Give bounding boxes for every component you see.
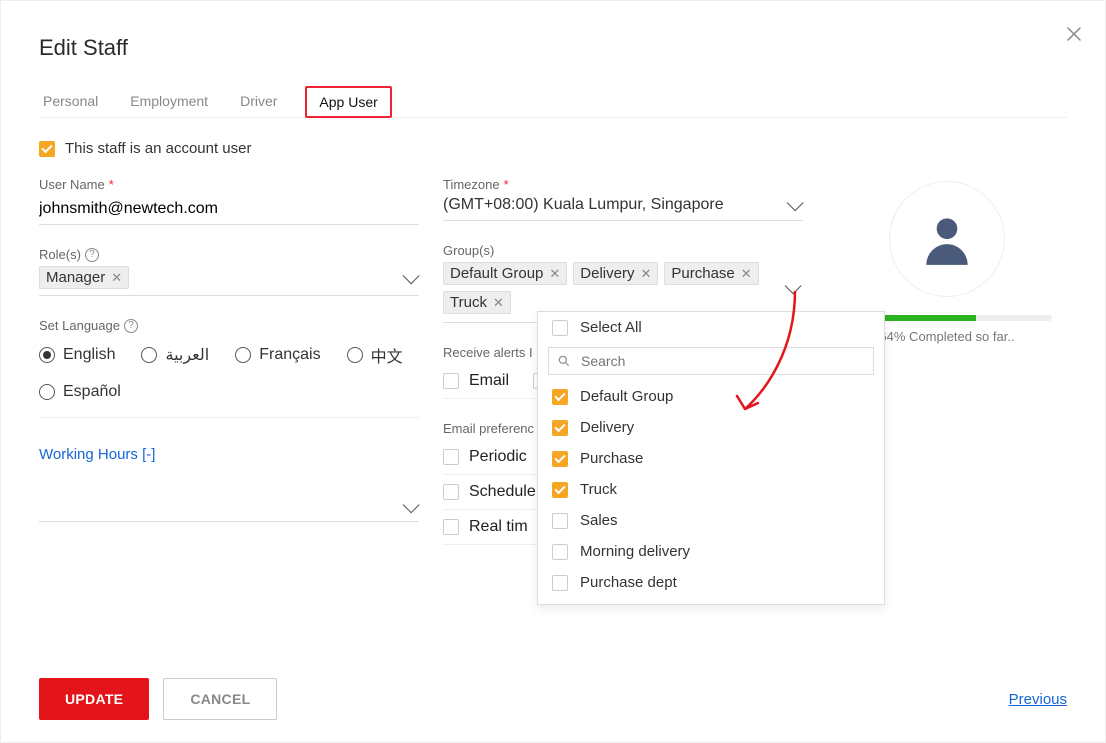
timezone-label: Timezone	[443, 177, 500, 192]
page-title: Edit Staff	[39, 35, 1067, 61]
dd-search-input[interactable]	[579, 352, 865, 370]
dd-item[interactable]: Morning delivery	[538, 536, 884, 567]
lang-spanish[interactable]: Español	[39, 383, 121, 401]
dd-item[interactable]: Truck	[538, 474, 884, 505]
dd-checkbox[interactable]	[552, 575, 568, 591]
email-prefs-label: Email preferenc	[443, 421, 534, 436]
username-input[interactable]	[39, 196, 419, 225]
tab-personal[interactable]: Personal	[39, 85, 102, 117]
roles-label: Role(s)	[39, 247, 81, 262]
radio-icon	[39, 347, 55, 363]
account-user-label: This staff is an account user	[65, 140, 251, 157]
dd-select-all[interactable]: Select All	[538, 312, 884, 343]
tab-employment[interactable]: Employment	[126, 85, 212, 117]
working-hours-link[interactable]: Working Hours [-]	[39, 446, 155, 463]
user-icon	[916, 208, 978, 270]
chevron-down-icon	[403, 267, 420, 284]
cancel-button[interactable]: CANCEL	[163, 678, 277, 720]
dd-item[interactable]: Purchase dept	[538, 567, 884, 598]
required-marker: *	[109, 177, 114, 192]
dd-item[interactable]: Sales	[538, 505, 884, 536]
chip-remove-icon[interactable]: ✕	[640, 267, 651, 280]
chip-remove-icon[interactable]: ✕	[741, 267, 752, 280]
dd-search[interactable]	[548, 347, 874, 375]
progress-text: 64% Completed so far..	[879, 329, 1014, 344]
lang-english[interactable]: English	[39, 343, 115, 367]
chevron-down-icon[interactable]	[403, 496, 420, 513]
chip-remove-icon[interactable]: ✕	[111, 271, 122, 284]
search-icon	[557, 354, 571, 368]
dd-checkbox[interactable]	[552, 389, 568, 405]
required-marker: *	[504, 177, 509, 192]
radio-icon	[347, 347, 363, 363]
dd-checkbox[interactable]	[552, 482, 568, 498]
help-icon[interactable]: ?	[85, 248, 99, 262]
alert-email-checkbox[interactable]	[443, 373, 459, 389]
dd-item[interactable]: Delivery	[538, 412, 884, 443]
pref-periodic-checkbox[interactable]	[443, 449, 459, 465]
lang-chinese[interactable]: 中文	[347, 343, 403, 367]
chip-remove-icon[interactable]: ✕	[549, 267, 560, 280]
previous-link[interactable]: Previous	[1009, 691, 1067, 708]
dd-checkbox[interactable]	[552, 513, 568, 529]
help-icon[interactable]: ?	[124, 319, 138, 333]
tab-app-user[interactable]: App User	[305, 86, 391, 118]
select-all-checkbox[interactable]	[552, 320, 568, 336]
account-user-checkbox[interactable]	[39, 141, 55, 157]
lang-arabic[interactable]: العربية	[141, 343, 209, 367]
close-icon[interactable]	[1065, 25, 1083, 48]
update-button[interactable]: UPDATE	[39, 678, 149, 720]
avatar[interactable]	[889, 181, 1005, 297]
language-label: Set Language	[39, 318, 120, 333]
radio-icon	[141, 347, 157, 363]
chevron-down-icon	[785, 277, 802, 294]
timezone-select[interactable]: (GMT+08:00) Kuala Lumpur, Singapore	[443, 196, 803, 221]
pref-schedule-checkbox[interactable]	[443, 484, 459, 500]
pref-realtime-checkbox[interactable]	[443, 519, 459, 535]
dd-item[interactable]: Default Group	[538, 381, 884, 412]
groups-dropdown[interactable]: Select All Default Group Delivery Purcha…	[537, 311, 885, 605]
roles-select[interactable]: Manager ✕	[39, 266, 419, 296]
chip-remove-icon[interactable]: ✕	[493, 296, 504, 309]
lang-french[interactable]: Français	[235, 343, 320, 367]
username-label: User Name	[39, 177, 105, 192]
dd-checkbox[interactable]	[552, 544, 568, 560]
dd-item[interactable]: Purchase	[538, 443, 884, 474]
groups-label: Group(s)	[443, 243, 494, 258]
dd-checkbox[interactable]	[552, 420, 568, 436]
tab-driver[interactable]: Driver	[236, 85, 281, 117]
radio-icon	[39, 384, 55, 400]
tabs: Personal Employment Driver App User	[39, 85, 1067, 118]
role-chip-label: Manager	[46, 269, 105, 286]
alerts-label: Receive alerts I	[443, 345, 533, 360]
dd-checkbox[interactable]	[552, 451, 568, 467]
chevron-down-icon	[787, 194, 804, 211]
radio-icon	[235, 347, 251, 363]
